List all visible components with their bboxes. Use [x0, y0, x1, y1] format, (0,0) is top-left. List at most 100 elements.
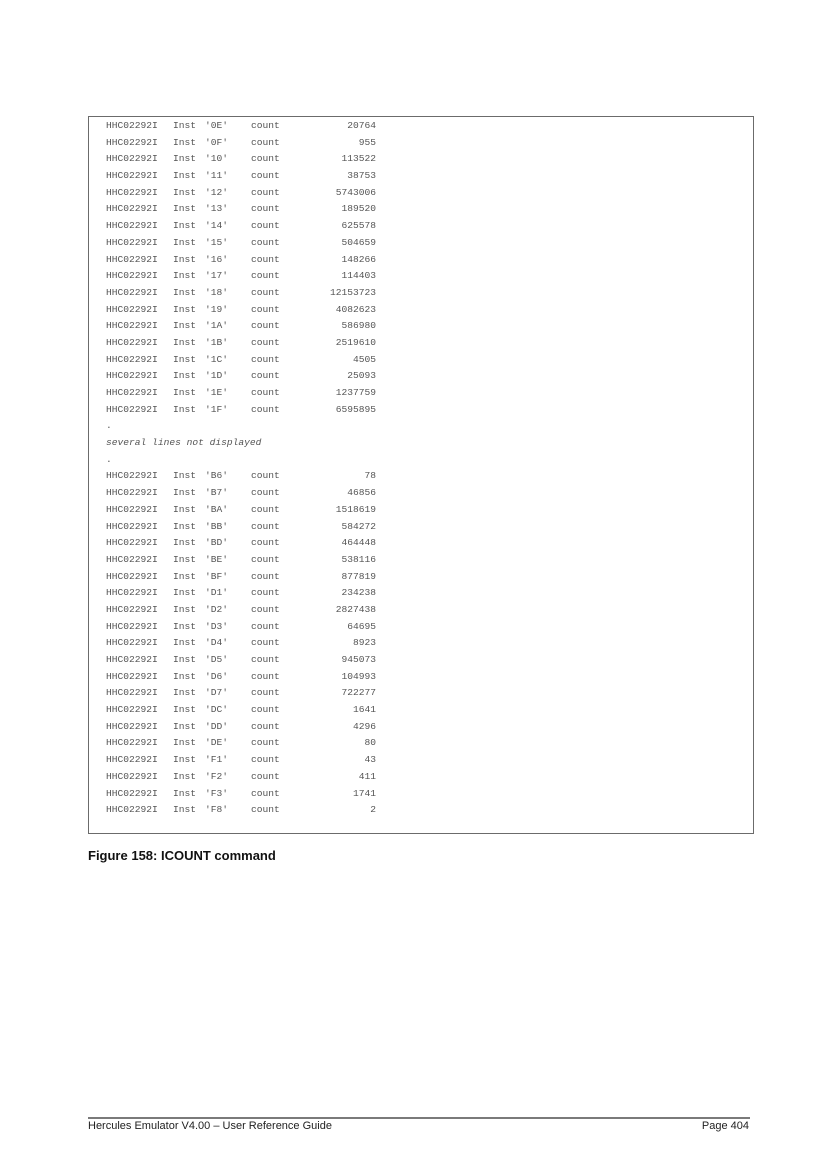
- count-label: count: [251, 220, 280, 232]
- inst-label: Inst: [173, 503, 197, 515]
- console-line: HHC02292I Inst '0F' count 955: [106, 135, 376, 152]
- message-id: HHC02292I: [106, 804, 158, 816]
- message-id: HHC02292I: [106, 770, 158, 782]
- opcode: 'BB': [205, 520, 229, 532]
- console-line: HHC02292I Inst '1E' count 1237759: [106, 385, 376, 402]
- inst-label: Inst: [173, 320, 197, 332]
- count-label: count: [251, 553, 280, 565]
- count-value: 189520: [341, 203, 376, 215]
- console-line: HHC02292I Inst 'DE' count 80: [106, 735, 376, 752]
- message-id: HHC02292I: [106, 720, 158, 732]
- message-id: HHC02292I: [106, 620, 158, 632]
- inst-label: Inst: [173, 136, 197, 148]
- inst-label: Inst: [173, 286, 197, 298]
- inst-label: Inst: [173, 203, 197, 215]
- inst-label: Inst: [173, 236, 197, 248]
- message-id: HHC02292I: [106, 503, 158, 515]
- console-line: HHC02292I Inst '16' count 148266: [106, 252, 376, 269]
- count-value: 46856: [347, 487, 376, 499]
- count-label: count: [251, 353, 280, 365]
- message-id: HHC02292I: [106, 186, 158, 198]
- count-value: 80: [364, 737, 376, 749]
- count-label: count: [251, 654, 280, 665]
- console-line: HHC02292I Inst '13' count 189520: [106, 201, 376, 218]
- inst-label: Inst: [173, 570, 197, 582]
- console-line: HHC02292I Inst 'D5' count 945073: [106, 652, 376, 669]
- message-id: HHC02292I: [106, 286, 158, 298]
- count-label: count: [251, 470, 280, 482]
- console-line: HHC02292I Inst '15' count 504659: [106, 235, 376, 252]
- opcode: '19': [205, 303, 229, 315]
- count-label: count: [251, 770, 280, 782]
- count-value: 4082623: [335, 303, 376, 315]
- console-line: HHC02292I Inst '0E' count 20764: [106, 118, 376, 135]
- console-line: HHC02292I Inst 'BB' count 584272: [106, 519, 376, 536]
- console-line: HHC02292I Inst '17' count 114403: [106, 268, 376, 285]
- message-id: HHC02292I: [106, 670, 158, 682]
- inst-label: Inst: [173, 303, 197, 315]
- count-label: count: [251, 637, 280, 649]
- console-line: HHC02292I Inst 'DC' count 1641: [106, 702, 376, 719]
- inst-label: Inst: [173, 754, 197, 766]
- message-id: HHC02292I: [106, 253, 158, 265]
- footer-title: Hercules Emulator V4.00 – User Reference…: [88, 1120, 332, 1132]
- count-value: 877819: [341, 570, 376, 582]
- opcode: '18': [205, 286, 229, 298]
- inst-label: Inst: [173, 804, 197, 816]
- count-label: count: [251, 387, 280, 398]
- inst-label: Inst: [173, 353, 197, 365]
- inst-label: Inst: [173, 553, 197, 565]
- count-value: 504659: [341, 236, 376, 248]
- console-line: HHC02292I Inst 'F2' count 411: [106, 769, 376, 786]
- count-label: count: [251, 754, 280, 766]
- message-id: HHC02292I: [106, 270, 158, 282]
- console-line: HHC02292I Inst 'B6' count 78: [106, 468, 376, 485]
- message-id: HHC02292I: [106, 120, 158, 131]
- count-value: 464448: [341, 537, 376, 549]
- opcode: '13': [205, 203, 229, 215]
- count-label: count: [251, 804, 280, 816]
- count-label: count: [251, 370, 280, 382]
- opcode: '0F': [205, 136, 229, 148]
- count-value: 722277: [341, 687, 376, 699]
- count-label: count: [251, 570, 280, 582]
- opcode: 'BA': [205, 503, 229, 515]
- message-id: HHC02292I: [106, 387, 158, 398]
- console-line: HHC02292I Inst '1B' count 2519610: [106, 335, 376, 352]
- count-value: 2: [370, 804, 376, 816]
- message-id: HHC02292I: [106, 153, 158, 165]
- count-label: count: [251, 303, 280, 315]
- opcode: '14': [205, 220, 229, 232]
- inst-label: Inst: [173, 537, 197, 549]
- inst-label: Inst: [173, 520, 197, 532]
- count-value: 5743006: [335, 186, 376, 198]
- opcode: '1C': [205, 353, 229, 365]
- opcode: 'BE': [205, 553, 229, 565]
- inst-label: Inst: [173, 370, 197, 382]
- opcode: 'D5': [205, 654, 229, 665]
- omitted-lines-note: several lines not displayed: [106, 437, 262, 449]
- count-value: 64695: [347, 620, 376, 632]
- opcode: 'D4': [205, 637, 229, 649]
- message-id: HHC02292I: [106, 787, 158, 799]
- count-label: count: [251, 687, 280, 699]
- inst-label: Inst: [173, 270, 197, 282]
- opcode: '10': [205, 153, 229, 165]
- count-label: count: [251, 720, 280, 732]
- opcode: '17': [205, 270, 229, 282]
- message-id: HHC02292I: [106, 303, 158, 315]
- count-value: 584272: [341, 520, 376, 532]
- count-label: count: [251, 704, 280, 716]
- console-lines: HHC02292I Inst '0E' count 20764 HHC02292I Inst…: [106, 118, 376, 819]
- inst-label: Inst: [173, 253, 197, 265]
- console-line: HHC02292I Inst 'F3' count 1741: [106, 786, 376, 803]
- count-value: 945073: [341, 654, 376, 665]
- console-line: HHC02292I Inst 'B7' count 46856: [106, 485, 376, 502]
- count-value: 4296: [352, 720, 376, 732]
- inst-label: Inst: [173, 470, 197, 482]
- count-label: count: [251, 503, 280, 515]
- count-label: count: [251, 670, 280, 682]
- opcode: 'F3': [205, 787, 229, 799]
- console-line: HHC02292I Inst '1F' count 6595895: [106, 402, 376, 419]
- count-value: 8923: [352, 637, 376, 649]
